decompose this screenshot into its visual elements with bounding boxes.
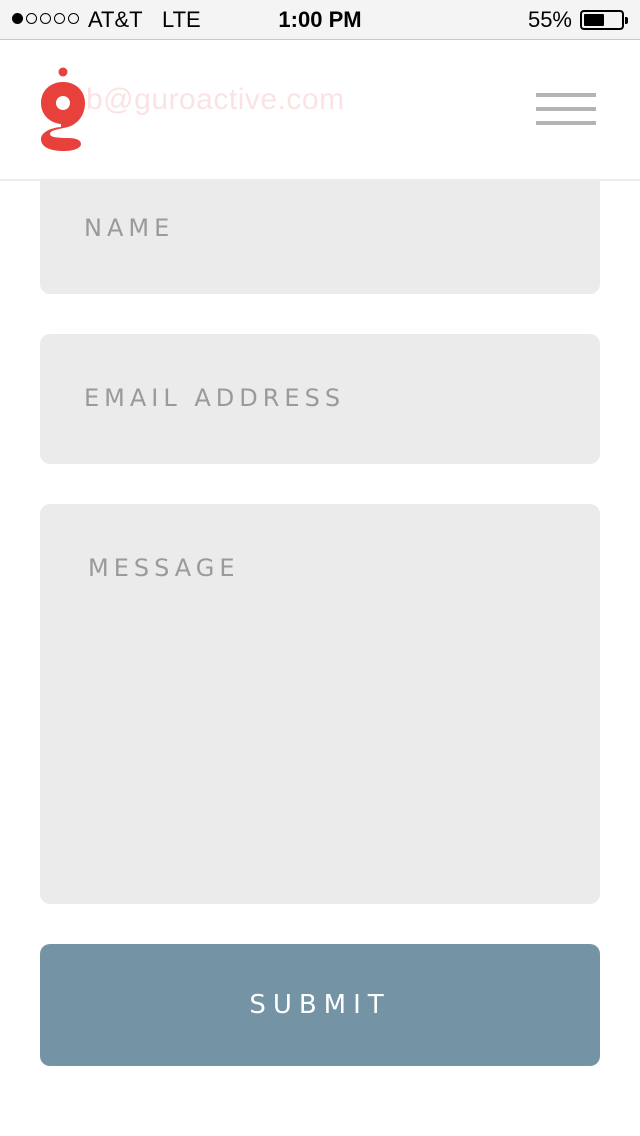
hamburger-menu-icon[interactable] bbox=[530, 89, 602, 129]
site-header: b@guroactive.com bbox=[0, 41, 640, 181]
battery-percentage: 55% bbox=[527, 7, 572, 32]
battery-icon bbox=[580, 10, 628, 30]
message-placeholder: MESSAGE bbox=[88, 554, 240, 582]
status-bar: AT&T LTE 1:00 PM 55% bbox=[0, 0, 640, 40]
submit-button[interactable]: SUBMIT bbox=[40, 944, 600, 1066]
name-field[interactable]: NAME bbox=[40, 164, 600, 294]
header-email-link[interactable]: b@guroactive.com bbox=[86, 83, 345, 117]
menu-bar bbox=[536, 93, 596, 97]
battery-level-fill bbox=[584, 14, 604, 26]
name-placeholder: NAME bbox=[84, 214, 175, 242]
menu-bar bbox=[536, 107, 596, 111]
email-field[interactable]: EMAIL ADDRESS bbox=[40, 334, 600, 464]
message-field[interactable]: MESSAGE bbox=[40, 504, 600, 904]
brand-logo-icon[interactable] bbox=[38, 67, 88, 151]
menu-bar bbox=[536, 121, 596, 125]
email-placeholder: EMAIL ADDRESS bbox=[84, 384, 346, 412]
